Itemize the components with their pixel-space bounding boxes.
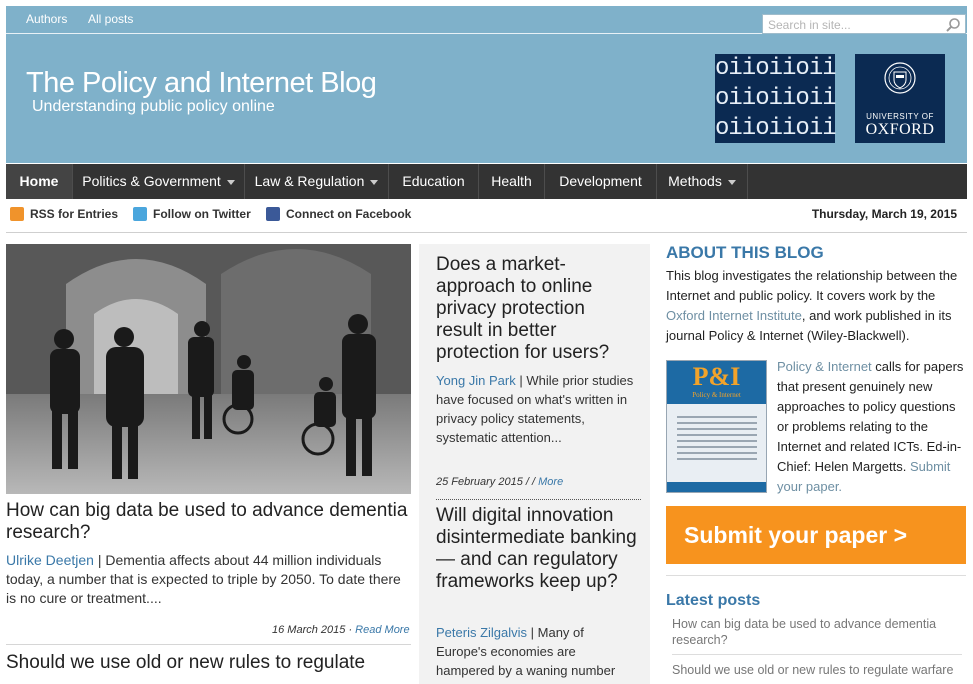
all-posts-link[interactable]: All posts bbox=[88, 12, 133, 26]
binary-row: oiioiioii bbox=[715, 85, 837, 112]
latest-divider bbox=[672, 654, 962, 655]
post-author[interactable]: Yong Jin Park bbox=[436, 373, 516, 388]
featured-post-author[interactable]: Ulrike Deetjen bbox=[6, 552, 94, 568]
oii-link[interactable]: Oxford Internet Institute bbox=[666, 308, 802, 323]
site-title[interactable]: The Policy and Internet Blog bbox=[26, 67, 377, 100]
rss-link[interactable]: RSS for Entries bbox=[10, 207, 118, 221]
post-excerpt: Yong Jin Park | While prior studies have… bbox=[436, 371, 636, 447]
nav-development[interactable]: Development bbox=[545, 164, 657, 199]
nav-label: Methods bbox=[668, 173, 722, 189]
read-more-link[interactable]: Read More bbox=[355, 624, 409, 636]
nav-label: Development bbox=[559, 173, 642, 189]
nav-methods[interactable]: Methods bbox=[657, 164, 748, 199]
chevron-down-icon bbox=[226, 179, 235, 185]
top-bar: Authors All posts Search in site... bbox=[6, 6, 967, 34]
nav-politics-government[interactable]: Politics & Government bbox=[73, 164, 245, 199]
nav-law-regulation[interactable]: Law & Regulation bbox=[245, 164, 389, 199]
authors-link[interactable]: Authors bbox=[26, 12, 67, 26]
chevron-down-icon bbox=[370, 179, 379, 185]
latest-post-link[interactable]: Should we use old or new rules to regula… bbox=[672, 662, 962, 678]
featured-post-image[interactable] bbox=[6, 244, 411, 494]
about-text: This blog investigates the relationship … bbox=[666, 266, 966, 346]
post-divider bbox=[6, 644, 411, 645]
journal-cover-subtitle: Policy & Internet bbox=[692, 391, 741, 399]
latest-post-link[interactable]: How can big data be used to advance deme… bbox=[672, 616, 962, 648]
nav-label: Home bbox=[19, 173, 59, 189]
post-title[interactable]: Does a market-approach to online privacy… bbox=[436, 254, 636, 364]
featured-post-excerpt: Ulrike Deetjen | Dementia affects about … bbox=[6, 551, 411, 608]
submit-paper-button[interactable]: Submit your paper > bbox=[666, 506, 966, 564]
nav-health[interactable]: Health bbox=[479, 164, 545, 199]
nav-education[interactable]: Education bbox=[389, 164, 479, 199]
nav-label: Education bbox=[402, 173, 465, 189]
nav-label: Politics & Government bbox=[82, 173, 221, 189]
journal-cover-contents bbox=[677, 416, 757, 464]
main-nav: Home Politics & Government Law & Regulat… bbox=[6, 164, 967, 199]
twitter-label: Follow on Twitter bbox=[153, 207, 251, 221]
sidebar-divider bbox=[666, 575, 966, 576]
nav-label: Health bbox=[491, 173, 532, 189]
featured-post-date: 16 March 2015 bbox=[272, 624, 346, 636]
facebook-icon bbox=[266, 207, 280, 221]
post-title[interactable]: Will digital innovation disintermediate … bbox=[436, 505, 646, 593]
twitter-icon bbox=[133, 207, 147, 221]
nav-home[interactable]: Home bbox=[6, 164, 73, 199]
facebook-label: Connect on Facebook bbox=[286, 207, 412, 221]
oxford-crest-icon bbox=[884, 62, 916, 94]
social-bar: RSS for Entries Follow on Twitter Connec… bbox=[6, 200, 967, 233]
chevron-down-icon bbox=[727, 179, 736, 185]
post-divider bbox=[436, 499, 641, 500]
rss-icon bbox=[10, 207, 24, 221]
middle-column: Does a market-approach to online privacy… bbox=[419, 244, 650, 684]
oii-binary-logo[interactable]: oiioiioii oiioiioii oiioiioii bbox=[715, 54, 837, 143]
post-excerpt: Peteris Zilgalvis | Many of Europe's eco… bbox=[436, 623, 636, 680]
journal-text-body: calls for papers that present genuinely … bbox=[777, 359, 964, 474]
featured-post-meta: 16 March 2015 · Read More bbox=[272, 624, 410, 636]
post-meta: 25 February 2015 / / More bbox=[436, 476, 564, 488]
rss-label: RSS for Entries bbox=[30, 207, 119, 221]
binary-row: oiioiioii bbox=[715, 55, 837, 82]
search-placeholder: Search in site... bbox=[768, 18, 851, 32]
site-header: The Policy and Internet Blog Understandi… bbox=[6, 34, 967, 163]
search-input[interactable]: Search in site... bbox=[762, 14, 966, 34]
about-text-1: This blog investigates the relationship … bbox=[666, 268, 958, 303]
featured-post-title[interactable]: How can big data be used to advance deme… bbox=[6, 500, 411, 544]
oxford-university-of: UNIVERSITY OF bbox=[866, 112, 934, 121]
search-icon[interactable] bbox=[945, 17, 961, 33]
journal-text: Policy & Internet calls for papers that … bbox=[777, 357, 967, 497]
post-date: 25 February 2015 bbox=[436, 476, 523, 488]
site-tagline: Understanding public policy online bbox=[32, 98, 275, 115]
nav-label: Law & Regulation bbox=[254, 173, 365, 189]
post-author[interactable]: Peteris Zilgalvis bbox=[436, 625, 527, 640]
oxford-logo[interactable]: UNIVERSITY OF OXFORD bbox=[855, 54, 945, 143]
about-heading: ABOUT THIS BLOG bbox=[666, 243, 824, 262]
latest-posts-heading: Latest posts bbox=[666, 592, 761, 609]
twitter-link[interactable]: Follow on Twitter bbox=[133, 207, 251, 221]
journal-link[interactable]: Policy & Internet bbox=[777, 359, 872, 374]
journal-cover-footer bbox=[667, 482, 766, 492]
more-link[interactable]: More bbox=[538, 476, 563, 488]
journal-cover-title: P&I bbox=[692, 362, 741, 391]
journal-cover-image[interactable]: P&I Policy & Internet bbox=[666, 360, 767, 493]
current-date: Thursday, March 19, 2015 bbox=[811, 207, 957, 221]
facebook-link[interactable]: Connect on Facebook bbox=[266, 207, 411, 221]
oxford-wordmark: OXFORD bbox=[865, 121, 935, 138]
binary-row: oiioiioii bbox=[715, 115, 837, 142]
next-post-title[interactable]: Should we use old or new rules to regula… bbox=[6, 652, 411, 674]
featured-photo bbox=[6, 244, 411, 494]
